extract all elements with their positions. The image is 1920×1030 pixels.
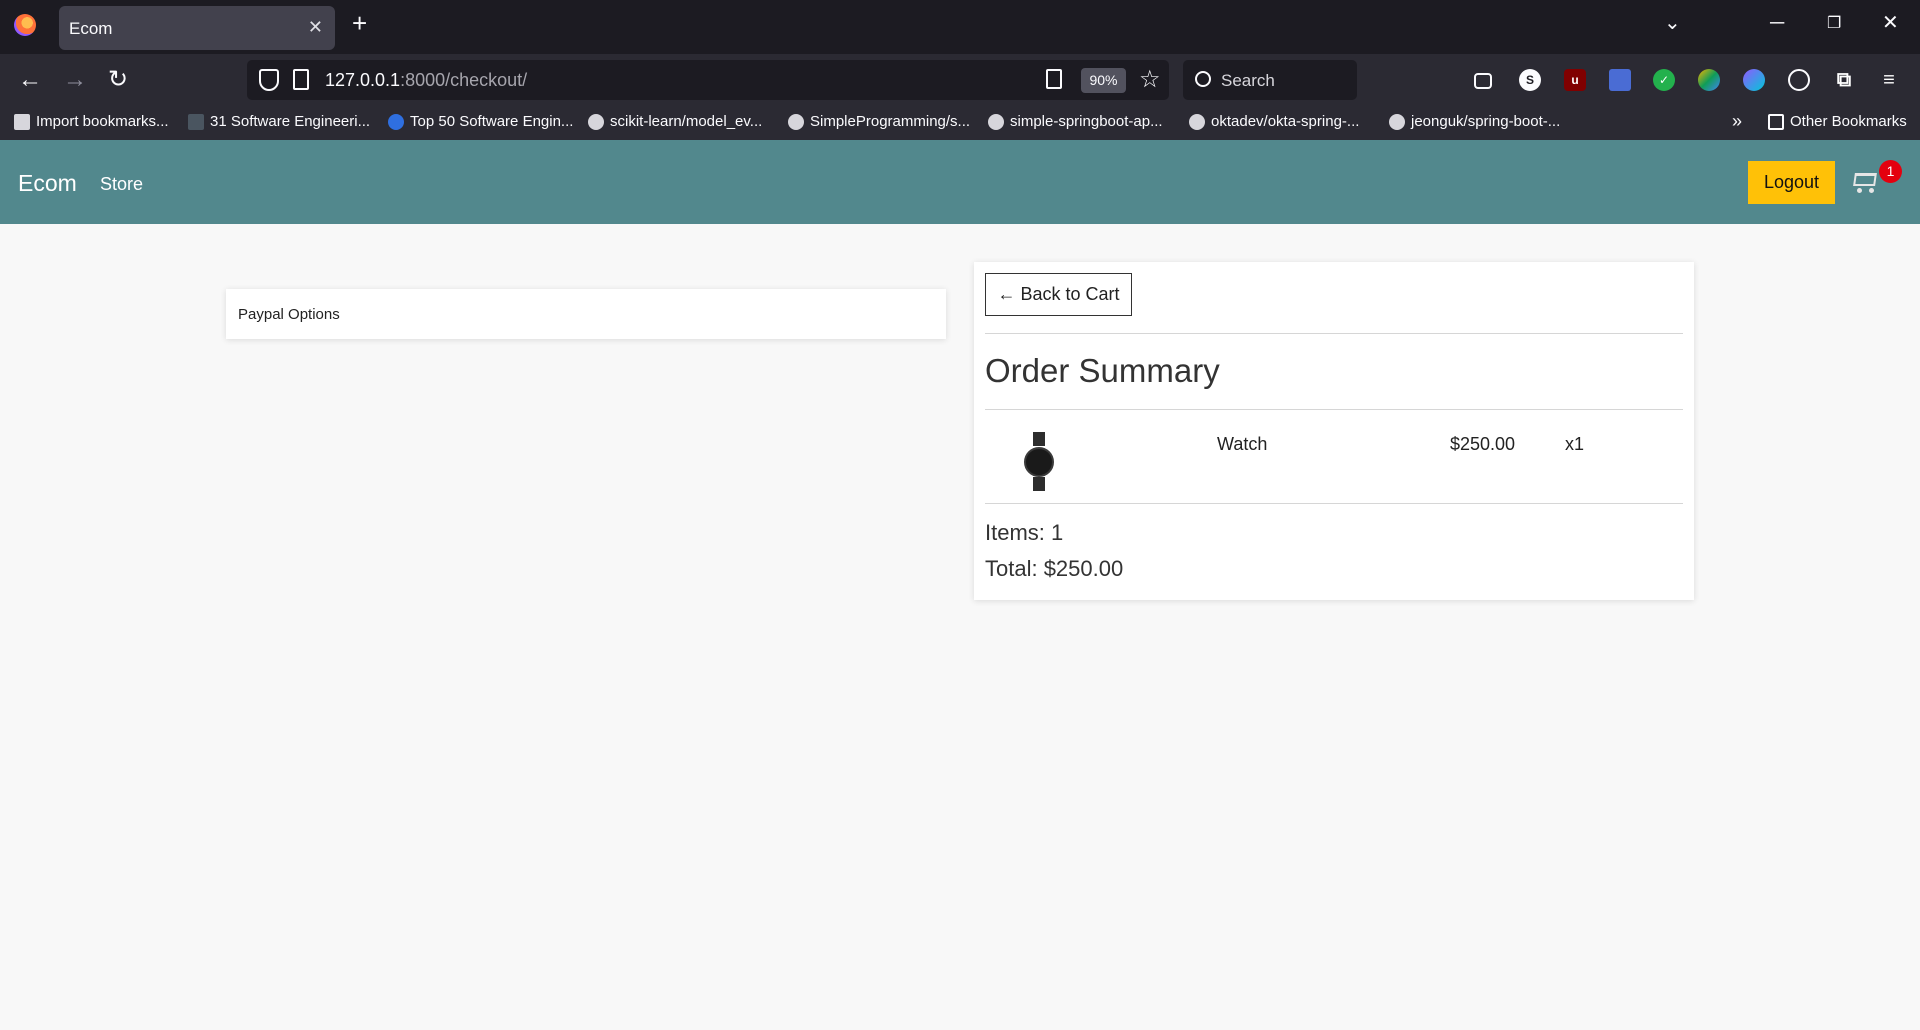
github-icon	[988, 113, 1004, 130]
folder-icon	[1768, 113, 1784, 130]
page-info-icon[interactable]	[293, 69, 309, 90]
logout-button[interactable]: Logout	[1748, 161, 1835, 204]
minimize-window-icon[interactable]: ─	[1770, 13, 1784, 33]
item-quantity: x1	[1565, 434, 1585, 454]
items-count: Items: 1	[985, 520, 1064, 545]
bookmark-item[interactable]: jeonguk/spring-boot-...	[1389, 113, 1560, 130]
forward-arrow-icon[interactable]: →	[63, 68, 87, 92]
bookmark-label: simple-springboot-ap...	[1010, 113, 1163, 130]
extension-check-icon[interactable]: ✓	[1653, 69, 1675, 91]
github-icon	[1389, 113, 1405, 130]
bookmark-label: 31 Software Engineeri...	[210, 113, 371, 130]
github-icon	[588, 113, 604, 130]
back-arrow-icon[interactable]: ←	[18, 68, 42, 92]
site-navbar: Ecom Store Logout	[0, 140, 1920, 224]
import-icon	[14, 113, 30, 130]
globe-icon	[388, 113, 404, 130]
divider	[985, 333, 1683, 334]
extensions-puzzle-icon[interactable]: ⧉	[1833, 69, 1855, 91]
item-price: $250.00	[1450, 434, 1516, 454]
zoom-level-badge[interactable]: 90%	[1081, 68, 1126, 93]
payment-options-card: Paypal Options	[226, 289, 946, 339]
site-favicon-icon	[188, 113, 204, 130]
cart-icon[interactable]	[1852, 171, 1878, 193]
bookmarks-bar: Import bookmarks... 31 Software Engineer…	[0, 108, 1920, 140]
github-icon	[1189, 113, 1205, 130]
extension-s-icon[interactable]: S	[1519, 69, 1541, 91]
tab-title: Ecom	[69, 19, 113, 38]
bookmark-item[interactable]: 31 Software Engineeri...	[188, 113, 370, 130]
tab-close-icon[interactable]: ✕	[308, 17, 323, 38]
bookmark-label: Import bookmarks...	[36, 113, 169, 130]
url-path: :8000/checkout/	[400, 70, 528, 90]
divider	[985, 503, 1683, 504]
firefox-logo-icon	[14, 14, 36, 36]
list-all-tabs-icon[interactable]: ⌄	[1664, 13, 1681, 33]
github-icon	[788, 113, 804, 130]
url-text[interactable]: 127.0.0.1:8000/checkout/	[325, 70, 527, 91]
site-brand-link[interactable]: Ecom	[18, 170, 77, 197]
search-input[interactable]: Search	[1183, 60, 1357, 100]
ublock-origin-icon[interactable]: u	[1564, 69, 1586, 91]
menu-hamburger-icon[interactable]: ≡	[1878, 69, 1900, 91]
tracking-shield-icon[interactable]	[259, 69, 279, 91]
search-icon	[1195, 71, 1211, 87]
browser-tab-bar: Ecom ✕ + ⌄ ─ ❐ ✕	[0, 0, 1920, 54]
url-host: 127.0.0.1	[325, 70, 401, 90]
close-window-icon[interactable]: ✕	[1882, 13, 1899, 33]
bookmark-item[interactable]: scikit-learn/model_ev...	[588, 113, 762, 130]
bookmark-label: scikit-learn/model_ev...	[610, 113, 763, 130]
bookmark-item[interactable]: Import bookmarks...	[14, 113, 169, 130]
reader-view-icon[interactable]	[1046, 69, 1062, 89]
reload-icon[interactable]: ↻	[108, 68, 128, 92]
back-to-cart-button[interactable]: ← Back to Cart	[985, 273, 1132, 316]
new-tab-button[interactable]: +	[352, 10, 367, 36]
item-name: Watch	[1217, 434, 1268, 454]
divider	[985, 409, 1683, 410]
store-nav-link[interactable]: Store	[100, 174, 143, 195]
order-summary-card: ← Back to Cart Order Summary Watch $250.…	[974, 262, 1694, 600]
other-bookmarks-label: Other Bookmarks	[1790, 113, 1907, 130]
other-bookmarks-folder[interactable]: Other Bookmarks	[1768, 113, 1907, 130]
watch-product-image	[1024, 432, 1054, 492]
bookmark-label: jeonguk/spring-boot-...	[1411, 113, 1561, 130]
browser-toolbar: ← → ↻ 127.0.0.1:8000/checkout/ 90% ☆ Sea…	[0, 54, 1920, 108]
bookmarks-overflow-icon[interactable]: »	[1732, 111, 1742, 132]
bookmark-item[interactable]: simple-springboot-ap...	[988, 113, 1163, 130]
browser-tab-active[interactable]: Ecom ✕	[59, 6, 335, 50]
bookmark-label: SimpleProgramming/s...	[810, 113, 971, 130]
bookmark-item[interactable]: Top 50 Software Engin...	[388, 113, 573, 130]
cart-count-badge: 1	[1879, 160, 1902, 183]
search-placeholder: Search	[1221, 71, 1275, 90]
extension-cookie-icon[interactable]	[1788, 69, 1810, 91]
bookmark-label: oktadev/okta-spring-...	[1211, 113, 1360, 130]
restore-window-icon[interactable]: ❐	[1827, 16, 1841, 32]
pocket-icon[interactable]	[1474, 73, 1492, 89]
extension-translate-icon[interactable]	[1609, 69, 1631, 91]
bookmark-item[interactable]: SimpleProgramming/s...	[788, 113, 970, 130]
order-summary-title: Order Summary	[985, 352, 1220, 389]
bookmark-star-icon[interactable]: ☆	[1139, 65, 1161, 94]
extension-color-icon[interactable]	[1698, 69, 1720, 91]
bookmark-item[interactable]: oktadev/okta-spring-...	[1189, 113, 1359, 130]
order-total: Total: $250.00	[985, 556, 1124, 581]
bookmark-label: Top 50 Software Engin...	[410, 113, 574, 130]
extension-vpn-icon[interactable]	[1743, 69, 1765, 91]
paypal-options-label: Paypal Options	[238, 306, 340, 323]
url-bar[interactable]: 127.0.0.1:8000/checkout/ 90% ☆	[247, 60, 1169, 100]
